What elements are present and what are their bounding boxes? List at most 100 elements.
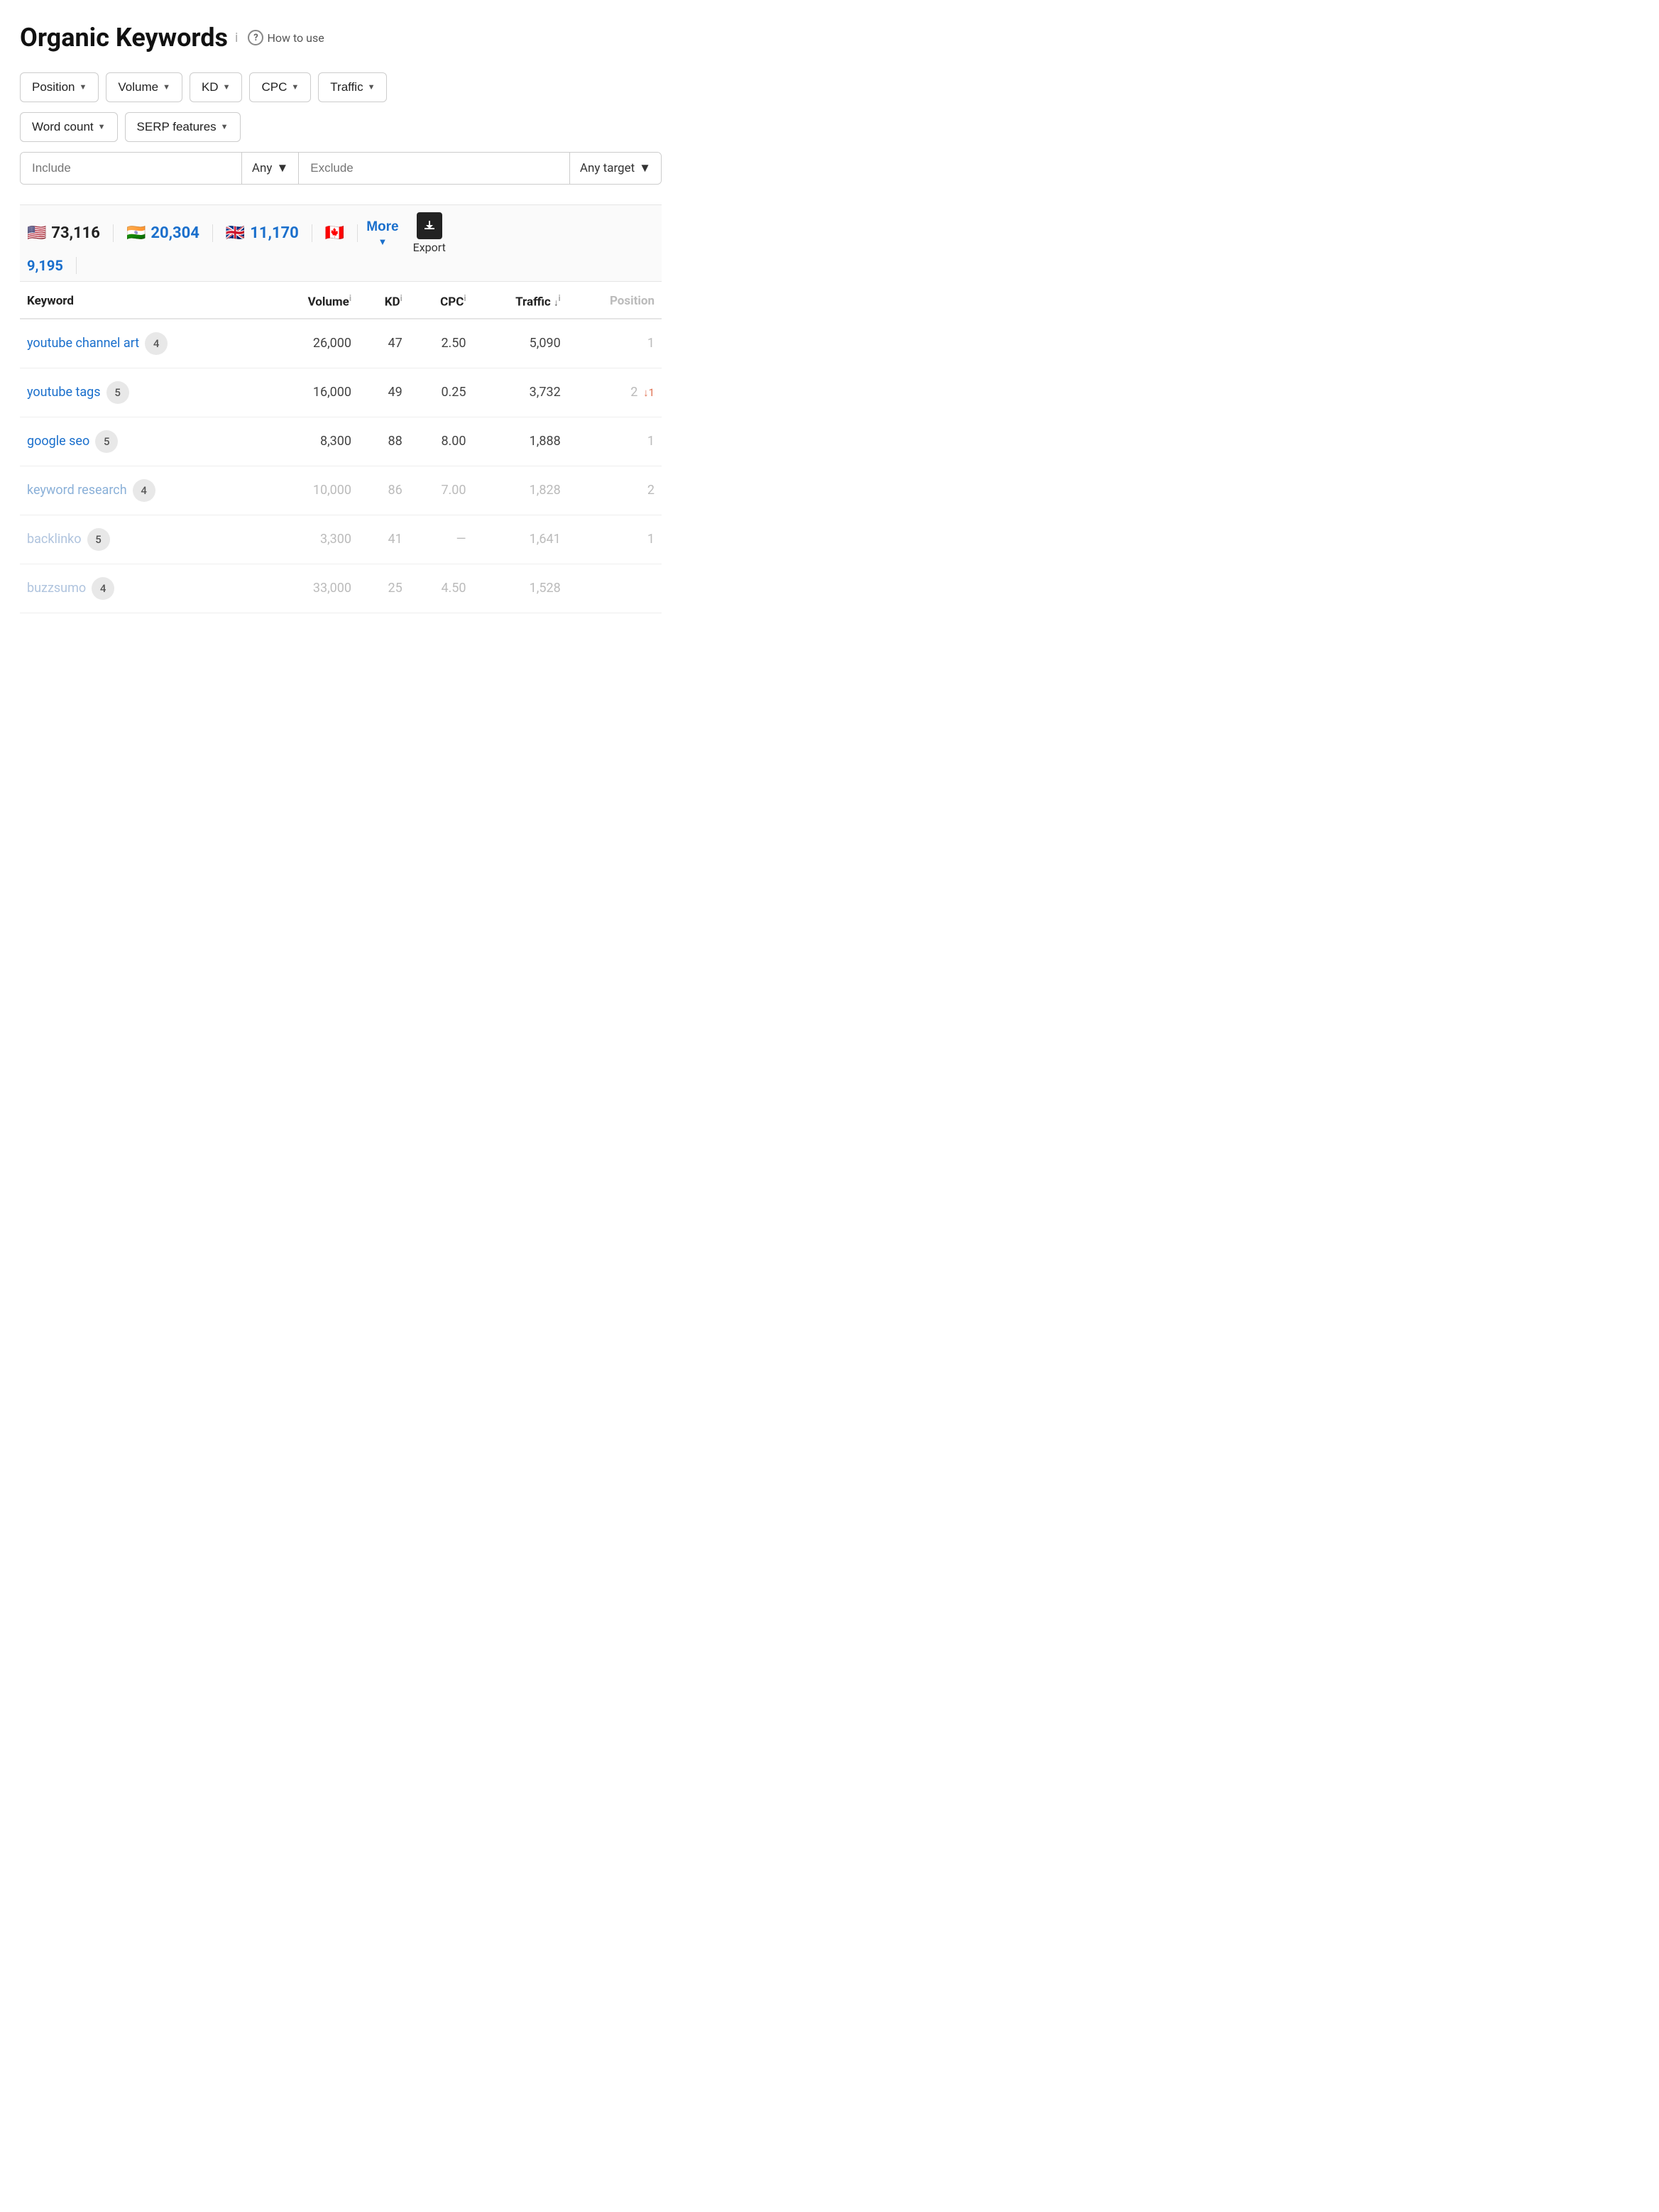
kd-cell: 47 <box>358 319 410 368</box>
volume-cell: 10,000 <box>266 466 358 515</box>
cpc-cell: 2.50 <box>410 319 473 368</box>
keyword-cell: backlinko 5 <box>20 515 266 564</box>
kd-cell: 86 <box>358 466 410 515</box>
word-count-badge: 4 <box>145 332 168 355</box>
gb-value: 11,170 <box>250 224 299 242</box>
keyword-link[interactable]: youtube channel art <box>27 336 139 351</box>
traffic-filter-label: Traffic <box>330 80 363 94</box>
more-caret: ▼ <box>378 236 387 247</box>
traffic-filter[interactable]: Traffic ▼ <box>318 72 387 102</box>
include-input[interactable] <box>21 153 241 184</box>
include-any-label: Any <box>252 161 273 175</box>
traffic-cell: 1,828 <box>473 466 568 515</box>
position-value: 2 <box>647 483 655 498</box>
kd-cell: 88 <box>358 417 410 466</box>
kd-filter[interactable]: KD ▼ <box>190 72 243 102</box>
filter-row-1: Position ▼ Volume ▼ KD ▼ CPC ▼ Traffic ▼ <box>20 72 662 102</box>
volume-cell: 33,000 <box>266 564 358 613</box>
position-filter-arrow: ▼ <box>79 83 87 92</box>
cpc-cell: — <box>410 515 473 564</box>
col-header-traffic: Traffic ↓i <box>473 282 568 319</box>
cpc-cell: 8.00 <box>410 417 473 466</box>
table-row: keyword research410,000867.001,828 2 <box>20 466 662 515</box>
export-button[interactable]: Export <box>413 212 446 254</box>
position-value: 1 <box>647 532 655 547</box>
keyword-link[interactable]: keyword research <box>27 483 127 498</box>
filter-row-2: Word count ▼ SERP features ▼ <box>20 112 662 142</box>
traffic-cell: 1,888 <box>473 417 568 466</box>
position-cell <box>568 564 662 613</box>
word-count-badge: 4 <box>92 577 114 600</box>
position-value: 1 <box>647 336 655 351</box>
stat-in[interactable]: 🇮🇳 20,304 <box>114 224 213 242</box>
position-filter-label: Position <box>32 80 75 94</box>
stat-us[interactable]: 🇺🇸 73,116 <box>23 224 114 242</box>
volume-cell: 8,300 <box>266 417 358 466</box>
position-cell: 2 ↓1 <box>568 368 662 417</box>
keyword-link[interactable]: youtube tags <box>27 385 101 400</box>
cpc-filter-arrow: ▼ <box>291 83 299 92</box>
kd-filter-label: KD <box>202 80 219 94</box>
any-target-label: Any target <box>580 161 635 175</box>
serp-features-filter[interactable]: SERP features ▼ <box>125 112 241 142</box>
any-target-dropdown[interactable]: Any target ▼ <box>569 153 661 184</box>
position-value: 1 <box>647 434 655 449</box>
position-value: 2 <box>630 385 637 400</box>
stat-gb[interactable]: 🇬🇧 11,170 <box>213 224 312 242</box>
word-count-badge: 5 <box>87 528 110 551</box>
keyword-text: backlinko <box>27 532 82 547</box>
title-info-icon[interactable]: i <box>235 31 238 45</box>
volume-cell: 16,000 <box>266 368 358 417</box>
table-header-row: Keyword Volumei KDi CPCi Traffic ↓i Posi… <box>20 282 662 319</box>
position-cell: 1 <box>568 515 662 564</box>
gb-flag: 🇬🇧 <box>226 224 245 242</box>
table-row: youtube channel art426,000472.505,0901 <box>20 319 662 368</box>
col-header-position: Position <box>568 282 662 319</box>
keyword-text: buzzsumo <box>27 581 86 596</box>
keyword-cell: keyword research4 <box>20 466 266 515</box>
include-any-dropdown[interactable]: Any ▼ <box>241 153 298 184</box>
kd-filter-arrow: ▼ <box>223 83 231 92</box>
kd-cell: 49 <box>358 368 410 417</box>
word-count-filter-arrow: ▼ <box>98 123 106 131</box>
serp-features-filter-label: SERP features <box>137 120 217 134</box>
cpc-cell: 7.00 <box>410 466 473 515</box>
how-to-use-link[interactable]: ? How to use <box>248 30 324 45</box>
keyword-link[interactable]: google seo <box>27 434 89 449</box>
page-title: Organic Keywords <box>20 23 228 53</box>
export-label: Export <box>413 241 446 254</box>
traffic-cell: 1,528 <box>473 564 568 613</box>
volume-filter[interactable]: Volume ▼ <box>106 72 182 102</box>
position-cell: 1 <box>568 319 662 368</box>
traffic-cell: 3,732 <box>473 368 568 417</box>
volume-filter-arrow: ▼ <box>163 83 170 92</box>
position-cell: 2 <box>568 466 662 515</box>
word-count-filter[interactable]: Word count ▼ <box>20 112 118 142</box>
position-filter[interactable]: Position ▼ <box>20 72 99 102</box>
traffic-info-icon: i <box>559 293 561 303</box>
exclude-input[interactable] <box>298 153 569 184</box>
position-cell: 1 <box>568 417 662 466</box>
kd-cell: 25 <box>358 564 410 613</box>
word-count-badge: 5 <box>106 381 129 404</box>
col-header-volume: Volumei <box>266 282 358 319</box>
col-header-kd: KDi <box>358 282 410 319</box>
cpc-filter-label: CPC <box>261 80 287 94</box>
stat-ca[interactable]: 9,195 <box>27 257 77 274</box>
volume-info-icon: i <box>349 293 351 303</box>
table-row: buzzsumo 4 33,000254.501,528 <box>20 564 662 613</box>
ca-flag: 🇨🇦 <box>325 224 344 242</box>
serp-features-filter-arrow: ▼ <box>221 123 229 131</box>
cpc-cell: 4.50 <box>410 564 473 613</box>
include-any-arrow: ▼ <box>276 161 288 175</box>
volume-cell: 3,300 <box>266 515 358 564</box>
in-flag: 🇮🇳 <box>126 224 146 242</box>
keyword-cell: google seo 5 <box>20 417 266 466</box>
more-button[interactable]: More ▼ <box>366 219 398 247</box>
word-count-badge: 5 <box>95 430 118 453</box>
volume-filter-label: Volume <box>118 80 158 94</box>
include-exclude-row: Any ▼ Any target ▼ <box>20 152 662 185</box>
cpc-filter[interactable]: CPC ▼ <box>249 72 311 102</box>
table-row: backlinko53,30041—1,6411 <box>20 515 662 564</box>
export-icon <box>417 212 442 239</box>
